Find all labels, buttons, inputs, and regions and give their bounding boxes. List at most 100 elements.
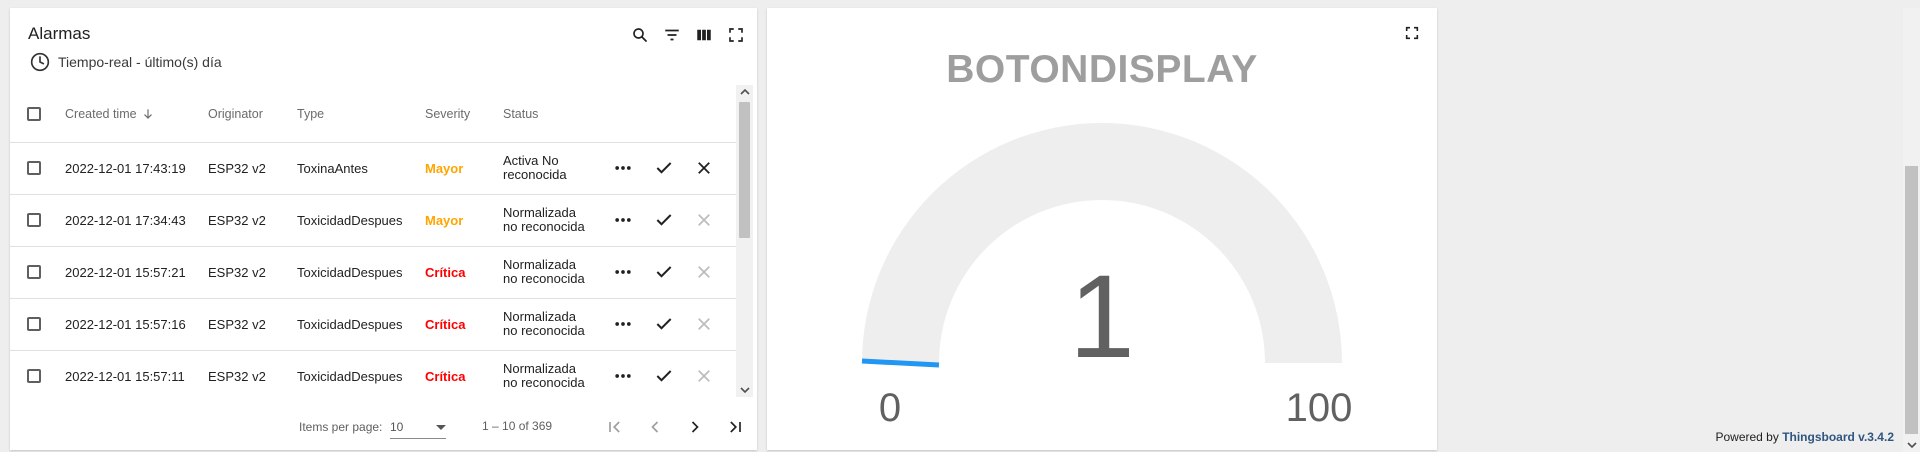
acknowledge-button[interactable]: [651, 259, 677, 285]
dropdown-arrow-icon: [436, 425, 446, 430]
clear-button[interactable]: [691, 155, 717, 181]
widget-header-actions: [629, 24, 747, 46]
column-label: Created time: [65, 106, 137, 121]
created-time: 2022-12-01 17:34:43: [65, 212, 186, 228]
severity-badge: Crítica: [425, 316, 466, 332]
close-icon: [698, 162, 710, 174]
alarm-status: Normalizada no reconocida: [503, 194, 585, 246]
arrow-down-icon: [143, 108, 152, 119]
alarm-type: ToxicidadDespues: [297, 212, 403, 228]
columns-button[interactable]: [693, 24, 715, 46]
status-line: Normalizada: [503, 361, 576, 376]
alarm-type: ToxinaAntes: [297, 160, 368, 176]
scrollbar-thumb[interactable]: [739, 102, 750, 238]
last-page-button[interactable]: [722, 414, 748, 440]
fullscreen-icon: [729, 28, 743, 42]
status-line: Activa No: [503, 153, 559, 168]
close-icon: [698, 266, 710, 278]
acknowledge-button[interactable]: [651, 207, 677, 233]
status-line: Normalizada: [503, 205, 576, 220]
chevron-left-icon: [651, 421, 659, 433]
more-details-button[interactable]: [610, 207, 636, 233]
status-line: no reconocida: [503, 271, 585, 286]
more-details-button[interactable]: [610, 155, 636, 181]
page-scrollbar-thumb[interactable]: [1905, 166, 1918, 434]
select-all-cell: [27, 85, 41, 142]
acknowledge-button[interactable]: [651, 363, 677, 389]
alarm-status: Normalizada no reconocida: [503, 350, 585, 397]
created-time: 2022-12-01 15:57:11: [65, 368, 185, 384]
more-horiz-icon: [615, 218, 631, 222]
search-button[interactable]: [629, 24, 651, 46]
clear-button: [691, 207, 717, 233]
more-details-button[interactable]: [610, 311, 636, 337]
alarm-status: Normalizada no reconocida: [503, 246, 585, 298]
column-header-type[interactable]: Type: [297, 85, 324, 142]
thingsboard-link[interactable]: Thingsboard v.3.4.2: [1782, 430, 1894, 444]
column-header-severity[interactable]: Severity: [425, 85, 470, 142]
scroll-down-button[interactable]: [736, 383, 753, 397]
powered-by-footer: Powered by Thingsboard v.3.4.2: [1715, 430, 1894, 444]
select-all-checkbox[interactable]: [27, 106, 41, 121]
table-row[interactable]: 2022-12-01 17:43:19 ESP32 v2 ToxinaAntes…: [10, 142, 736, 195]
close-icon: [698, 214, 710, 226]
check-icon: [656, 214, 672, 226]
powered-by-label: Powered by: [1715, 430, 1779, 444]
table-row[interactable]: 2022-12-01 17:34:43 ESP32 v2 ToxicidadDe…: [10, 194, 736, 247]
table-row[interactable]: 2022-12-01 15:57:16 ESP32 v2 ToxicidadDe…: [10, 298, 736, 351]
status-line: reconocida: [503, 167, 567, 182]
more-horiz-icon: [615, 322, 631, 326]
scroll-up-button[interactable]: [736, 85, 753, 99]
fullscreen-button[interactable]: [725, 24, 747, 46]
severity-badge: Crítica: [425, 368, 466, 384]
timewindow-selector[interactable]: Tiempo-real - último(s) día: [30, 51, 222, 73]
row-checkbox[interactable]: [27, 213, 41, 227]
gauge-graphic: [861, 123, 1342, 368]
items-per-page-select[interactable]: 10: [390, 416, 446, 439]
check-icon: [656, 370, 672, 382]
alarm-type: ToxicidadDespues: [297, 316, 403, 332]
acknowledge-button[interactable]: [651, 311, 677, 337]
alarm-status: Normalizada no reconocida: [503, 298, 585, 350]
row-checkbox[interactable]: [27, 265, 41, 279]
filter-button[interactable]: [661, 24, 683, 46]
column-header-created-time[interactable]: Created time: [65, 85, 155, 142]
page-scrollbar[interactable]: [1903, 8, 1920, 452]
next-page-button[interactable]: [682, 414, 708, 440]
severity-badge: Mayor: [425, 212, 464, 228]
status-line: no reconocida: [503, 323, 585, 338]
alarms-table: Created time Originator Type Severity St…: [10, 85, 736, 397]
column-header-status[interactable]: Status: [503, 85, 538, 142]
status-line: no reconocida: [503, 219, 585, 234]
row-checkbox[interactable]: [27, 161, 41, 175]
first-page-icon: [609, 421, 620, 433]
gauge-widget: BOTONDISPLAY 1 0 100: [767, 8, 1437, 450]
more-details-button[interactable]: [610, 259, 636, 285]
page-range-label: 1 – 10 of 369: [482, 419, 553, 433]
check-icon: [656, 266, 672, 278]
chevron-up-icon: [739, 88, 750, 95]
originator: ESP32 v2: [208, 264, 266, 280]
items-per-page-label: Items per page:: [299, 420, 383, 434]
more-details-button[interactable]: [610, 363, 636, 389]
column-header-originator[interactable]: Originator: [208, 85, 263, 142]
page-scroll-down-button[interactable]: [1903, 438, 1920, 452]
table-row[interactable]: 2022-12-01 15:57:11 ESP32 v2 ToxicidadDe…: [10, 350, 736, 397]
row-checkbox[interactable]: [27, 317, 41, 331]
created-time: 2022-12-01 17:43:19: [65, 160, 186, 176]
severity-badge: Mayor: [425, 160, 464, 176]
table-header-row: Created time Originator Type Severity St…: [10, 85, 736, 143]
originator: ESP32 v2: [208, 160, 266, 176]
columns-icon: [697, 29, 711, 41]
timewindow-label: Tiempo-real - último(s) día: [58, 54, 222, 70]
status-line: Normalizada: [503, 257, 576, 272]
previous-page-button[interactable]: [642, 414, 668, 440]
table-scrollbar[interactable]: [736, 85, 753, 397]
first-page-button[interactable]: [602, 414, 628, 440]
acknowledge-button[interactable]: [651, 155, 677, 181]
chevron-down-icon: [739, 387, 750, 394]
alarm-type: ToxicidadDespues: [297, 264, 403, 280]
row-checkbox[interactable]: [27, 369, 41, 383]
table-row[interactable]: 2022-12-01 15:57:21 ESP32 v2 ToxicidadDe…: [10, 246, 736, 299]
originator: ESP32 v2: [208, 212, 266, 228]
